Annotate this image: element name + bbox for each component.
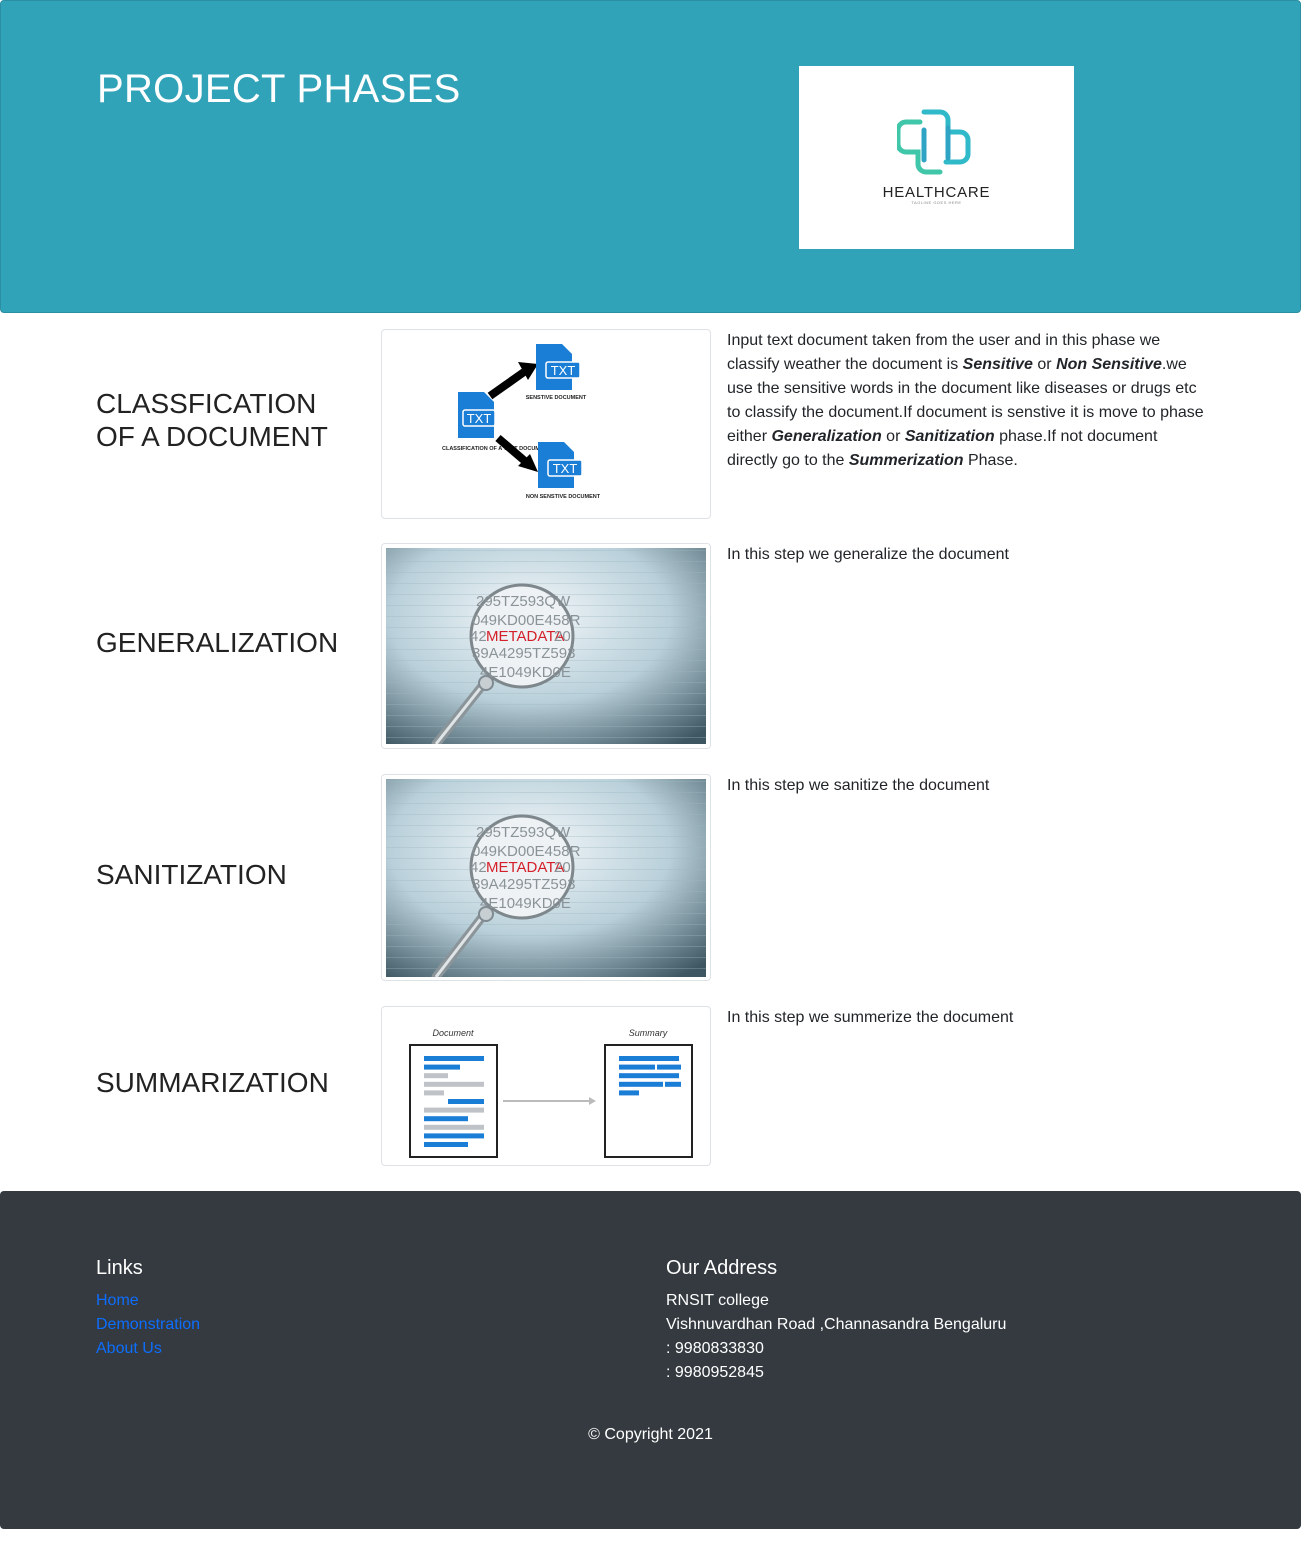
svg-text:295TZ593QW: 295TZ593QW xyxy=(476,593,571,610)
address-heading: Our Address xyxy=(666,1257,778,1279)
footer-link-about-us[interactable]: About Us xyxy=(96,1337,200,1361)
svg-text:39A4295TZ593: 39A4295TZ593 xyxy=(472,645,575,662)
svg-text:Summary: Summary xyxy=(629,1028,668,1038)
footer-links: Home Demonstration About Us xyxy=(96,1289,200,1361)
copyright-text: © Copyright 2021 xyxy=(588,1426,713,1443)
address-line: RNSIT college xyxy=(666,1292,769,1309)
footer-link-demonstration[interactable]: Demonstration xyxy=(96,1313,200,1337)
svg-text:CLASSIFICATION OF A TEXT DOCUM: CLASSIFICATION OF A TEXT DOCUMENT xyxy=(442,446,552,452)
svg-text:049KD00E458R: 049KD00E458R xyxy=(472,843,581,860)
logo-tagline: TAGLINE GOES HERE xyxy=(911,200,962,205)
address-block: RNSIT college Vishnuvardhan Road ,Channa… xyxy=(666,1289,1006,1385)
phone-number: : 9980952845 xyxy=(666,1364,764,1381)
generalization-description: In this step we generalize the document xyxy=(727,546,1009,563)
svg-text:METADATA: METADATA xyxy=(486,859,564,876)
svg-text:42: 42 xyxy=(470,628,487,645)
phase-title-line: CLASSFICATION xyxy=(96,388,317,419)
svg-text:4E1049KD0E: 4E1049KD0E xyxy=(480,664,571,681)
phase-title-line: OF A DOCUMENT xyxy=(96,421,328,452)
classification-diagram: TXT CLASSIFICATION OF A TEXT DOCUMENT TX… xyxy=(381,329,711,519)
svg-text:TXT: TXT xyxy=(551,363,576,378)
svg-text:Document: Document xyxy=(432,1028,474,1038)
classification-flow-image: TXT CLASSIFICATION OF A TEXT DOCUMENT TX… xyxy=(442,344,601,500)
svg-text:39A4295TZ593: 39A4295TZ593 xyxy=(472,876,575,893)
metadata-magnifier-image: 295TZ593QW 049KD00E458R42 METADATA2039A429… xyxy=(386,548,706,744)
address-line: Vishnuvardhan Road ,Channasandra Bengalu… xyxy=(666,1316,1007,1333)
svg-text:TXT: TXT xyxy=(553,461,578,476)
svg-text:SENSTIVE DOCUMENT: SENSTIVE DOCUMENT xyxy=(526,395,587,401)
svg-text:295TZ593QW: 295TZ593QW xyxy=(476,824,571,841)
summarization-diagram: Document Summary xyxy=(381,1006,711,1166)
page-footer: Links Home Demonstration About Us Our Ad… xyxy=(0,1191,1301,1529)
sanitization-image: 295TZ593QW 049KD00E458R 42 METADATA 20 39A429… xyxy=(381,774,711,981)
metadata-magnifier-image: 295TZ593QW 049KD00E458R42 METADATA2039A429… xyxy=(386,779,706,977)
page-header: PROJECT PHASES HEALTHCARE TAGLINE GOES H… xyxy=(0,0,1301,313)
sanitization-description: In this step we sanitize the document xyxy=(727,777,990,794)
svg-text:METADATA: METADATA xyxy=(486,628,564,645)
logo-name: HEALTHCARE xyxy=(882,184,991,201)
links-heading: Links xyxy=(96,1257,143,1279)
phase-title-sanitization: SANITIZATION xyxy=(96,859,287,890)
svg-text:42: 42 xyxy=(470,859,487,876)
nonsensitive-file-icon: TXT xyxy=(538,442,583,488)
svg-text:20: 20 xyxy=(554,859,571,876)
phone-number: : 9980833830 xyxy=(666,1340,764,1357)
document-summary-image: Document Summary xyxy=(409,1028,693,1158)
generalization-image: 295TZ593QW 049KD00E458R 42 METADATA 20 39A429… xyxy=(381,543,711,749)
svg-text:4E1049KD0E: 4E1049KD0E xyxy=(480,895,571,912)
sensitive-file-icon: TXT xyxy=(536,344,581,390)
classification-description: Input text document taken from the user … xyxy=(727,332,1204,469)
svg-text:049KD00E458R: 049KD00E458R xyxy=(472,612,581,629)
medical-cross-icon xyxy=(897,109,971,175)
phase-title-classification: CLASSFICATION OF A DOCUMENT xyxy=(96,387,366,453)
source-file-icon: TXT xyxy=(458,392,496,438)
svg-text:TXT: TXT xyxy=(467,411,492,426)
healthcare-logo: HEALTHCARE TAGLINE GOES HERE xyxy=(799,66,1074,249)
page-title: PROJECT PHASES xyxy=(97,67,461,111)
svg-text:20: 20 xyxy=(554,628,571,645)
footer-link-home[interactable]: Home xyxy=(96,1289,200,1313)
phase-title-summarization: SUMMARIZATION xyxy=(96,1067,329,1098)
summarization-description: In this step we summerize the document xyxy=(727,1009,1014,1026)
svg-text:NON SENSTIVE DOCUMENT: NON SENSTIVE DOCUMENT xyxy=(526,494,601,500)
phase-title-generalization: GENERALIZATION xyxy=(96,627,339,658)
